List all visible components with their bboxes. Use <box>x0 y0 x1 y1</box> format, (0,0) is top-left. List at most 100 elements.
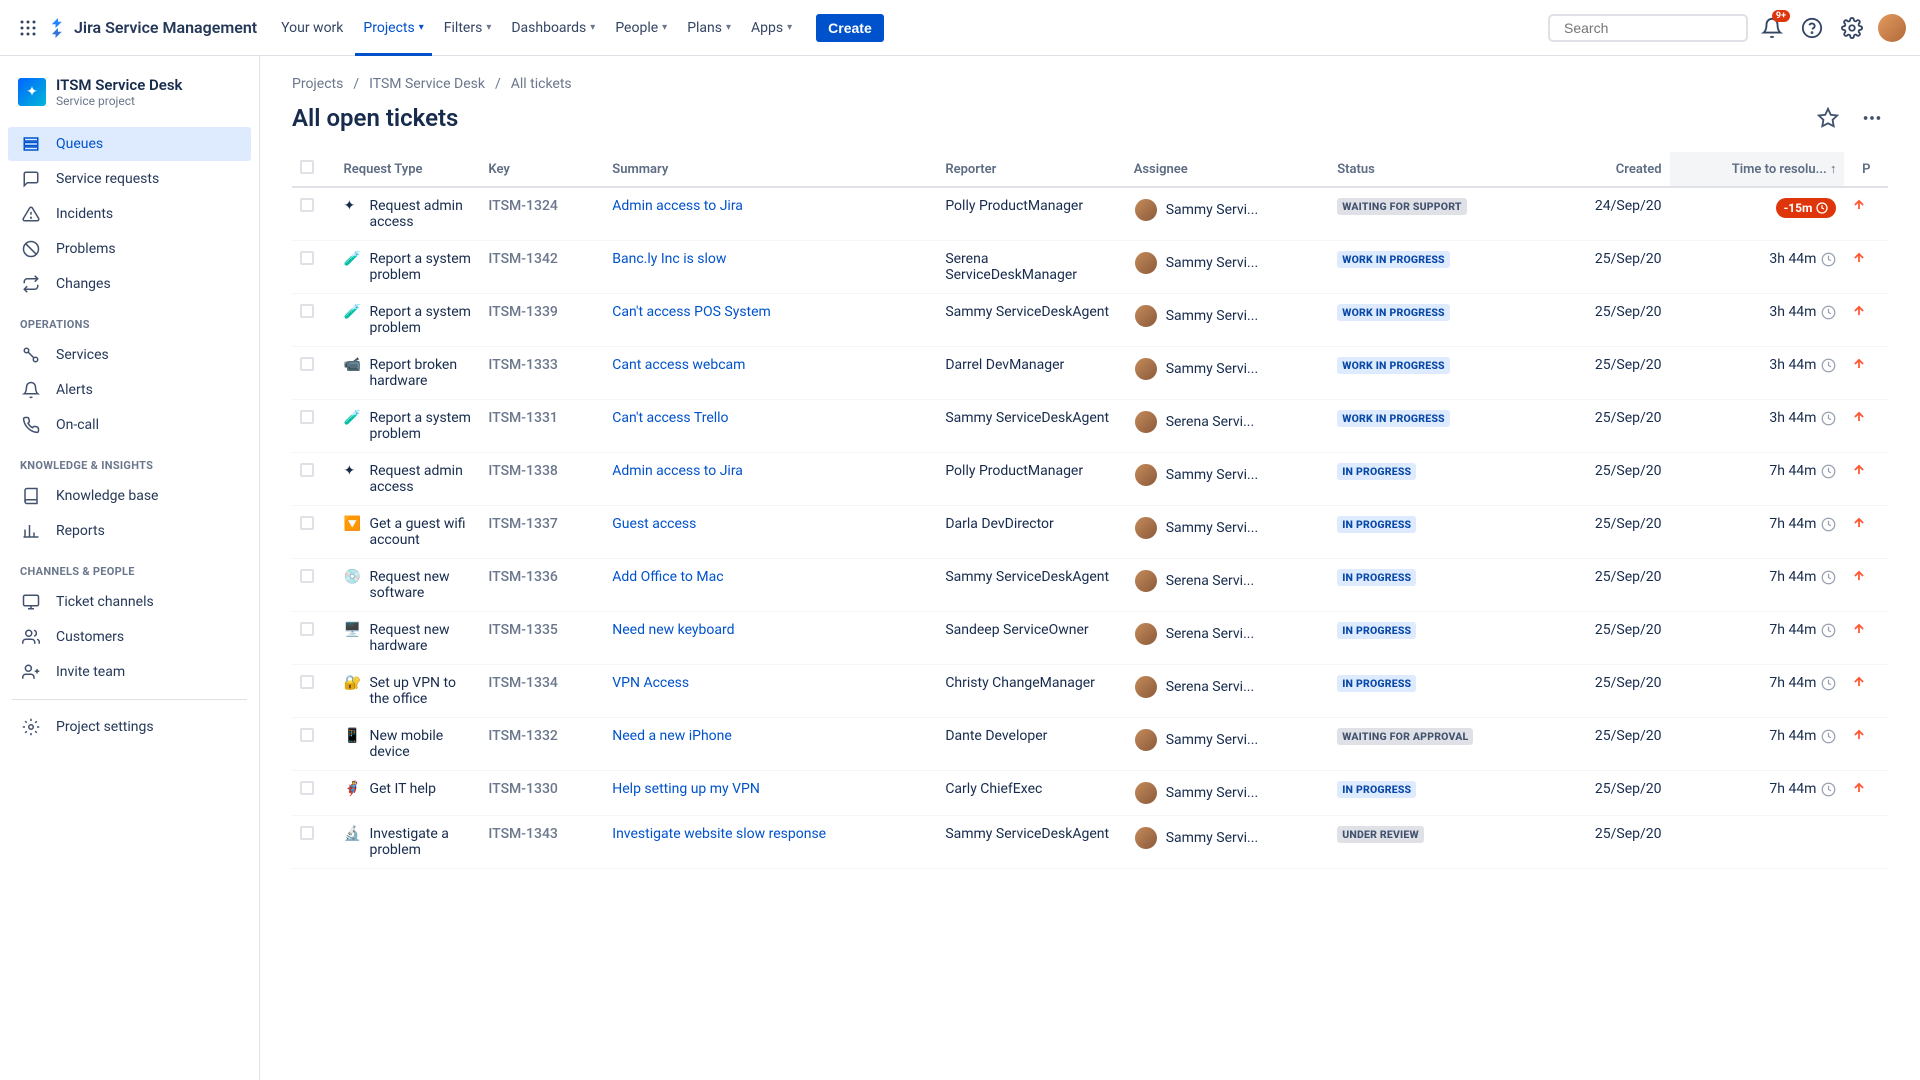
ticket-summary[interactable]: VPN Access <box>604 665 937 718</box>
app-switcher-icon[interactable] <box>12 12 44 44</box>
status-badge[interactable]: WORK IN PROGRESS <box>1337 251 1450 268</box>
table-row[interactable]: 🔬Investigate a problemITSM-1343Investiga… <box>292 816 1888 869</box>
assignee[interactable]: Serena Servi... <box>1134 410 1322 434</box>
ticket-key[interactable]: ITSM-1331 <box>480 400 604 453</box>
table-row[interactable]: 🔐Set up VPN to the officeITSM-1334VPN Ac… <box>292 665 1888 718</box>
row-checkbox[interactable] <box>300 357 314 371</box>
breadcrumb-item[interactable]: Projects <box>292 76 343 92</box>
product-logo[interactable]: Jira Service Management <box>48 18 257 38</box>
nav-dashboards[interactable]: Dashboards▾ <box>503 12 603 44</box>
row-checkbox[interactable] <box>300 516 314 530</box>
ticket-key[interactable]: ITSM-1342 <box>480 241 604 294</box>
nav-plans[interactable]: Plans▾ <box>679 12 739 44</box>
select-all-checkbox[interactable] <box>300 160 314 174</box>
assignee[interactable]: Sammy Servi... <box>1134 198 1322 222</box>
settings-icon[interactable] <box>1836 12 1868 44</box>
row-checkbox[interactable] <box>300 198 314 212</box>
global-search[interactable] <box>1548 14 1748 42</box>
assignee[interactable]: Sammy Servi... <box>1134 357 1322 381</box>
table-row[interactable]: 🔽Get a guest wifi accountITSM-1337Guest … <box>292 506 1888 559</box>
assignee[interactable]: Sammy Servi... <box>1134 251 1322 275</box>
nav-people[interactable]: People▾ <box>607 12 675 44</box>
breadcrumb-item[interactable]: All tickets <box>511 76 572 92</box>
assignee[interactable]: Sammy Servi... <box>1134 781 1322 805</box>
sidebar-item-services[interactable]: Services <box>8 338 251 372</box>
star-icon[interactable] <box>1812 102 1844 134</box>
status-badge[interactable]: IN PROGRESS <box>1337 781 1416 798</box>
status-badge[interactable]: IN PROGRESS <box>1337 463 1416 480</box>
assignee[interactable]: Sammy Servi... <box>1134 826 1322 850</box>
table-row[interactable]: ✦Request admin accessITSM-1324Admin acce… <box>292 187 1888 241</box>
assignee[interactable]: Sammy Servi... <box>1134 516 1322 540</box>
row-checkbox[interactable] <box>300 251 314 265</box>
profile-avatar[interactable] <box>1876 12 1908 44</box>
sidebar-item-incidents[interactable]: Incidents <box>8 197 251 231</box>
table-row[interactable]: 🧪Report a system problemITSM-1331Can't a… <box>292 400 1888 453</box>
column-header[interactable]: Time to resolu... ↑ <box>1670 152 1845 187</box>
table-row[interactable]: 🖥️Request new hardwareITSM-1335Need new … <box>292 612 1888 665</box>
ticket-summary[interactable]: Investigate website slow response <box>604 816 937 869</box>
ticket-key[interactable]: ITSM-1332 <box>480 718 604 771</box>
create-button[interactable]: Create <box>816 14 884 42</box>
row-checkbox[interactable] <box>300 622 314 636</box>
ticket-summary[interactable]: Cant access webcam <box>604 347 937 400</box>
table-row[interactable]: 🧪Report a system problemITSM-1342Banc.ly… <box>292 241 1888 294</box>
assignee[interactable]: Sammy Servi... <box>1134 463 1322 487</box>
row-checkbox[interactable] <box>300 410 314 424</box>
column-header[interactable]: Request Type <box>335 152 480 187</box>
column-header[interactable]: Key <box>480 152 604 187</box>
sidebar-item-invite-team[interactable]: Invite team <box>8 655 251 689</box>
ticket-summary[interactable]: Banc.ly Inc is slow <box>604 241 937 294</box>
table-row[interactable]: 💿Request new softwareITSM-1336Add Office… <box>292 559 1888 612</box>
status-badge[interactable]: WORK IN PROGRESS <box>1337 357 1450 374</box>
status-badge[interactable]: UNDER REVIEW <box>1337 826 1424 843</box>
sidebar-item-reports[interactable]: Reports <box>8 514 251 548</box>
sidebar-item-alerts[interactable]: Alerts <box>8 373 251 407</box>
table-row[interactable]: ✦Request admin accessITSM-1338Admin acce… <box>292 453 1888 506</box>
column-header[interactable]: Status <box>1329 152 1550 187</box>
ticket-key[interactable]: ITSM-1336 <box>480 559 604 612</box>
ticket-summary[interactable]: Need new keyboard <box>604 612 937 665</box>
column-header[interactable]: Reporter <box>937 152 1125 187</box>
assignee[interactable]: Serena Servi... <box>1134 622 1322 646</box>
ticket-key[interactable]: ITSM-1333 <box>480 347 604 400</box>
sidebar-item-queues[interactable]: Queues <box>8 127 251 161</box>
project-header[interactable]: ✦ ITSM Service Desk Service project <box>8 76 251 126</box>
ticket-summary[interactable]: Help setting up my VPN <box>604 771 937 816</box>
assignee[interactable]: Sammy Servi... <box>1134 728 1322 752</box>
nav-filters[interactable]: Filters▾ <box>436 12 500 44</box>
notifications-icon[interactable]: 9+ <box>1756 12 1788 44</box>
ticket-key[interactable]: ITSM-1343 <box>480 816 604 869</box>
ticket-key[interactable]: ITSM-1335 <box>480 612 604 665</box>
more-icon[interactable] <box>1856 102 1888 134</box>
nav-apps[interactable]: Apps▾ <box>743 12 800 44</box>
nav-your-work[interactable]: Your work <box>273 12 351 44</box>
ticket-summary[interactable]: Need a new iPhone <box>604 718 937 771</box>
assignee[interactable]: Serena Servi... <box>1134 569 1322 593</box>
table-row[interactable]: 🧪Report a system problemITSM-1339Can't a… <box>292 294 1888 347</box>
search-input[interactable] <box>1564 20 1745 36</box>
column-header[interactable]: Created <box>1550 152 1670 187</box>
status-badge[interactable]: IN PROGRESS <box>1337 675 1416 692</box>
row-checkbox[interactable] <box>300 463 314 477</box>
status-badge[interactable]: IN PROGRESS <box>1337 622 1416 639</box>
help-icon[interactable] <box>1796 12 1828 44</box>
sidebar-item-service-requests[interactable]: Service requests <box>8 162 251 196</box>
table-row[interactable]: 🦸Get IT helpITSM-1330Help setting up my … <box>292 771 1888 816</box>
row-checkbox[interactable] <box>300 675 314 689</box>
row-checkbox[interactable] <box>300 728 314 742</box>
ticket-summary[interactable]: Add Office to Mac <box>604 559 937 612</box>
status-badge[interactable]: WAITING FOR APPROVAL <box>1337 728 1473 745</box>
status-badge[interactable]: IN PROGRESS <box>1337 569 1416 586</box>
ticket-key[interactable]: ITSM-1339 <box>480 294 604 347</box>
sidebar-item-problems[interactable]: Problems <box>8 232 251 266</box>
ticket-summary[interactable]: Can't access POS System <box>604 294 937 347</box>
assignee[interactable]: Serena Servi... <box>1134 675 1322 699</box>
ticket-summary[interactable]: Admin access to Jira <box>604 187 937 241</box>
sidebar-item-ticket-channels[interactable]: Ticket channels <box>8 585 251 619</box>
column-header[interactable]: Summary <box>604 152 937 187</box>
sidebar-item-project-settings[interactable]: Project settings <box>8 710 251 744</box>
ticket-summary[interactable]: Guest access <box>604 506 937 559</box>
sidebar-item-changes[interactable]: Changes <box>8 267 251 301</box>
breadcrumb-item[interactable]: ITSM Service Desk <box>369 76 485 92</box>
